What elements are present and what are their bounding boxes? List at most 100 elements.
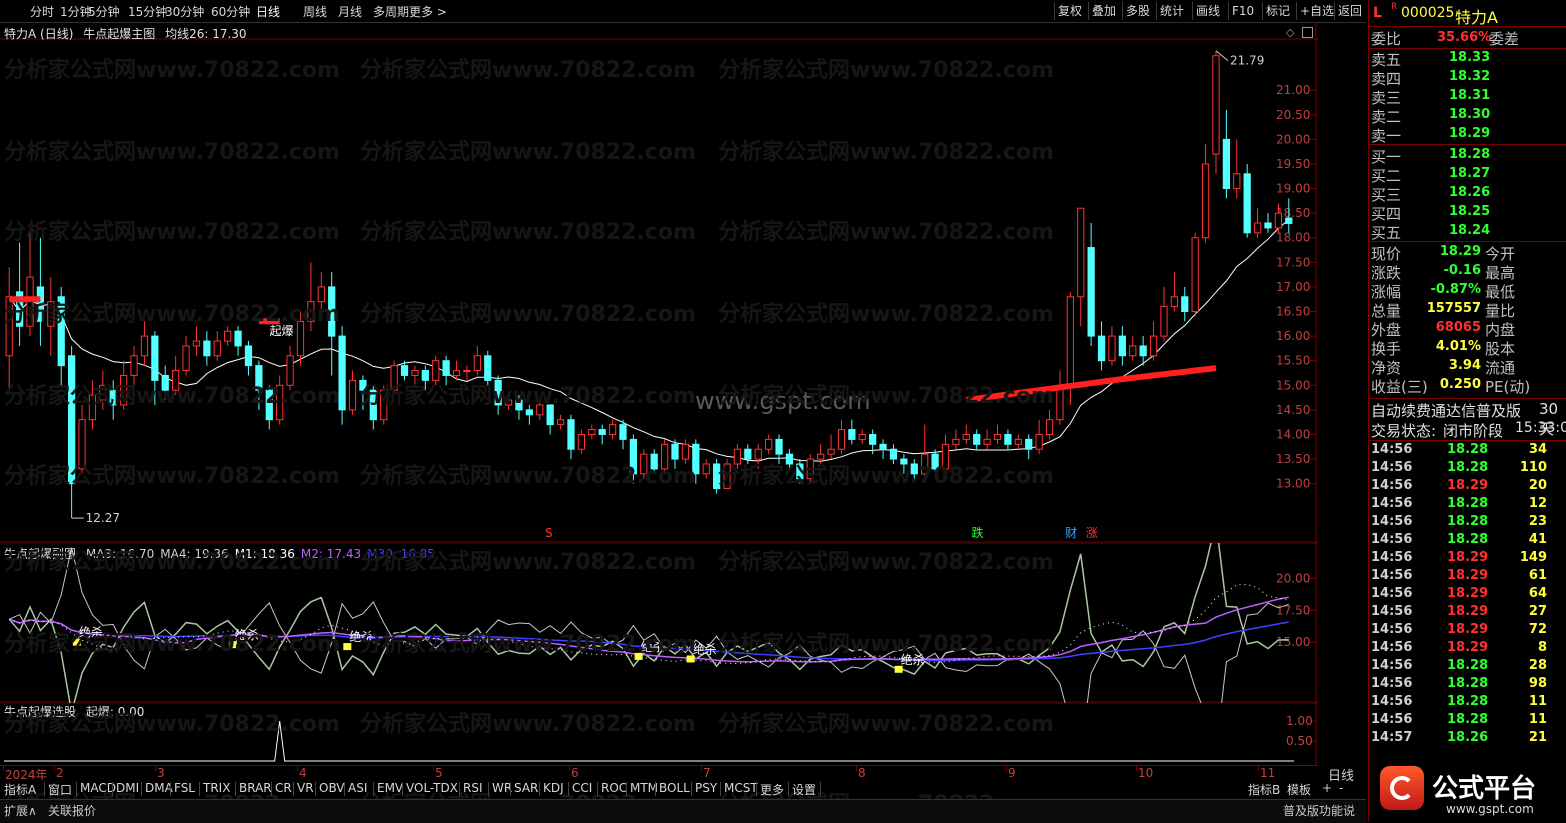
signal-square (343, 643, 352, 651)
tab-separator (344, 782, 345, 796)
tick-time: 14:56 (1371, 658, 1413, 673)
stat-label: 外盘 (1371, 321, 1402, 339)
x-tick-label: 2 (56, 766, 64, 780)
indicator-tab-23[interactable]: MCST (724, 781, 758, 795)
candle-body (1222, 138, 1230, 190)
ask-label: 卖四 (1371, 70, 1402, 88)
period-tab-7[interactable]: 周线 (303, 3, 327, 20)
nav-plus-icon[interactable]: + (1322, 781, 1332, 795)
tick-volume: 11 (1528, 694, 1547, 709)
tab-separator (373, 782, 374, 796)
tick-row-9: 14:56 18.29 27 (1369, 604, 1565, 622)
x-tick-mark (1136, 766, 1137, 771)
indicator-tab-20[interactable]: MTM (630, 781, 658, 795)
ask-price: 18.33 (1449, 50, 1491, 65)
bottom-marker-0: S (545, 526, 553, 540)
period-tab-9[interactable]: 多周期 (373, 3, 409, 20)
period-tab-1[interactable]: 1分钟 (60, 3, 92, 20)
indicator-tab-25[interactable]: 设置 (792, 781, 816, 798)
stat-value: -0.16 (1443, 263, 1481, 278)
y-tick-label: 20.00 (1276, 132, 1310, 146)
template-tab[interactable]: 模板 (1287, 781, 1311, 798)
bid-book: 买一 18.28 买二 18.27 买三 18.26 买四 18.25 买五 18.24 (1369, 146, 1566, 242)
toolbar-action-3[interactable]: 统计 (1156, 2, 1187, 20)
indicator-tab-8[interactable]: CR (275, 781, 292, 795)
toolbar-action-5[interactable]: F10 (1228, 2, 1257, 20)
tab-separator (141, 782, 142, 796)
period-tab-6[interactable]: 日线 (256, 3, 280, 20)
y-tick-label: 0.50 (1286, 734, 1313, 748)
indicator-tab-5[interactable]: FSL (174, 781, 195, 795)
toolbar-action-0[interactable]: 复权 (1054, 2, 1085, 20)
candle-body (577, 433, 585, 450)
toolbar-action-7[interactable]: +自选 (1296, 2, 1337, 20)
tick-time: 14:56 (1371, 442, 1413, 457)
indicator-tab-3[interactable]: DMI (116, 781, 139, 795)
indicator-tab-1[interactable]: 窗口 (48, 781, 72, 798)
related-quote-button[interactable]: 关联报价 (48, 802, 96, 819)
indicator-tab-0[interactable]: 指标A (4, 781, 36, 798)
ad-text[interactable]: 自动续费通达信普及版 (1371, 400, 1521, 421)
candle-body (1243, 173, 1251, 234)
y-tick-label: 15.50 (1276, 354, 1310, 368)
toolbar-action-1[interactable]: 叠加 (1088, 2, 1119, 20)
indicator-tab-10[interactable]: OBV (319, 781, 345, 795)
indicator-b-tab[interactable]: 指标B (1248, 781, 1280, 798)
stat-value: 0.250 (1439, 377, 1481, 392)
brand-logo-icon (1380, 766, 1424, 810)
candle-body (1004, 433, 1012, 445)
indicator-tab-24[interactable]: 更多 (760, 781, 784, 798)
y-tick-label: 21.00 (1276, 83, 1310, 97)
tick-list[interactable]: 14:56 18.28 34 14:56 18.28 110 14:56 18.29 20 14:… (1369, 442, 1566, 762)
period-tab-5[interactable]: 60分钟 (211, 3, 250, 20)
candle-body (869, 433, 877, 445)
signal-text: 绝杀 (693, 641, 717, 656)
period-tab-8[interactable]: 月线 (338, 3, 362, 20)
indicator-tab-11[interactable]: ASI (348, 781, 367, 795)
diamond-icon[interactable]: ◇ (1286, 26, 1294, 39)
tick-time: 14:56 (1371, 478, 1413, 493)
indicator-tab-14[interactable]: RSI (463, 781, 483, 795)
edition-info[interactable]: 普及版功能说 (1283, 802, 1355, 819)
period-tab-4[interactable]: 30分钟 (165, 3, 204, 20)
indicator-tab-7[interactable]: BRAR (239, 781, 272, 795)
indicator-tab-16[interactable]: SAR (514, 781, 538, 795)
tick-price: 18.28 (1447, 694, 1489, 709)
indicator-tab-9[interactable]: VR (297, 781, 314, 795)
toolbar-action-6[interactable]: 标记 (1262, 2, 1293, 20)
candle-body (993, 433, 1002, 440)
indicator-tab-12[interactable]: EMV (377, 781, 403, 795)
indicator-tab-17[interactable]: KDJ (543, 781, 564, 795)
candle-body (1181, 296, 1189, 313)
candle-body (702, 463, 710, 475)
indicator-tab-18[interactable]: CCI (572, 781, 592, 795)
indicator-tab-13[interactable]: VOL-TDX (406, 781, 458, 795)
tick-volume: 27 (1528, 604, 1547, 619)
ma-value-label: 均线26: 17.30 (165, 27, 247, 41)
toolbar-action-4[interactable]: 画线 (1192, 2, 1223, 20)
toolbar-action-8[interactable]: 返回 (1334, 2, 1365, 20)
indicator-tab-2[interactable]: MACD (80, 781, 116, 795)
indicator-tab-21[interactable]: BOLL (659, 781, 690, 795)
nav-minus-icon[interactable]: - (1339, 781, 1343, 795)
indicator-tab-22[interactable]: PSY (695, 781, 717, 795)
indicator-tab-19[interactable]: ROC (601, 781, 627, 795)
main-indicator-name[interactable]: 牛点起爆主图 (83, 27, 155, 41)
candle-body (1118, 335, 1126, 357)
period-tab-0[interactable]: 分时 (30, 3, 54, 20)
expand-button[interactable]: 扩展∧ (4, 802, 37, 819)
tick-volume: 72 (1528, 622, 1547, 637)
tick-row-12: 14:56 18.28 28 (1369, 658, 1565, 676)
tick-price: 18.29 (1447, 478, 1489, 493)
candle-body (1025, 438, 1033, 450)
panel-maximize-icon[interactable] (1302, 27, 1313, 38)
ad-row[interactable]: 自动续费通达信普及版 30天 (1369, 400, 1566, 438)
tick-row-8: 14:56 18.29 64 (1369, 586, 1565, 604)
indicator-tab-4[interactable]: DMA (145, 781, 173, 795)
indicator-tab-6[interactable]: TRIX (203, 781, 230, 795)
toolbar-action-2[interactable]: 多股 (1122, 2, 1153, 20)
tick-price: 18.28 (1447, 514, 1489, 529)
period-tab-2[interactable]: 5分钟 (88, 3, 120, 20)
period-tab-3[interactable]: 15分钟 (128, 3, 167, 20)
period-tab-10[interactable]: 更多 > (409, 3, 447, 20)
